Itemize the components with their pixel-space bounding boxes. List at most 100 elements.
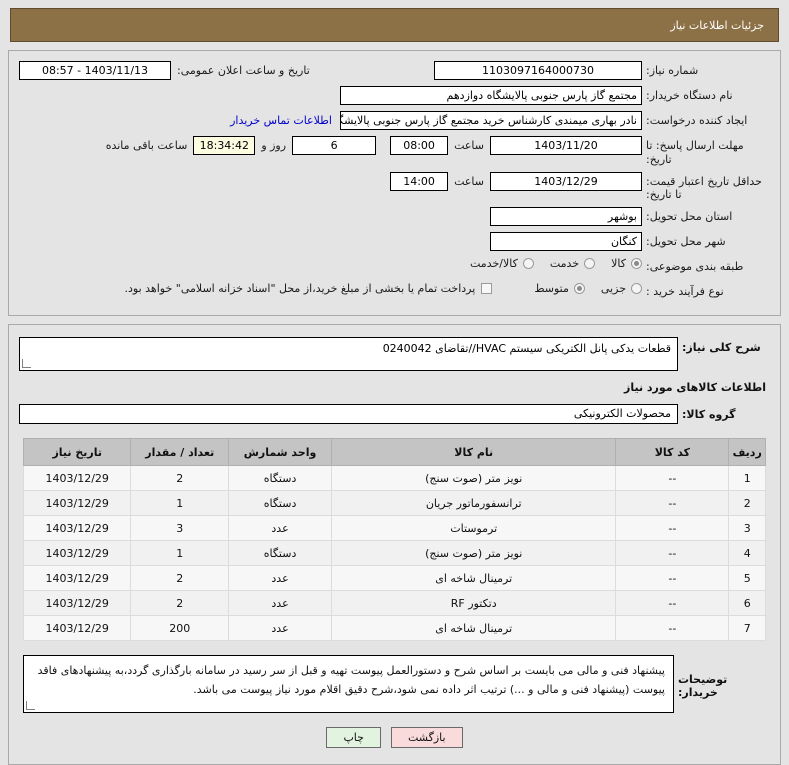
table-row: 5 -- ترمینال شاخه ای عدد 2 1403/12/29 — [22, 565, 766, 591]
goods-group-value[interactable]: محصولات الکترونیکی — [19, 404, 678, 424]
cell-name: ترمینال شاخه ای — [331, 615, 617, 641]
cell-qty: 2 — [130, 590, 229, 616]
goods-details-panel: شرح کلی نیاز: قطعات یدکی پانل الکتریکی س… — [8, 324, 781, 765]
remaining-countdown-value: 18:34:42 — [193, 136, 256, 155]
cell-code: -- — [615, 565, 730, 591]
price-validity-date[interactable]: 1403/12/29 — [490, 171, 642, 191]
radio-category-goods-service-label: کالا/خدمت — [470, 257, 518, 270]
cell-date: 1403/12/29 — [22, 590, 132, 616]
cell-code: -- — [615, 515, 730, 541]
islamic-treasury-checkbox[interactable] — [481, 283, 493, 294]
public-announcement-block: تاریخ و ساعت اعلان عمومی: 1403/11/13 - 0… — [19, 61, 318, 80]
price-validity-time-label: ساعت — [454, 174, 484, 188]
cell-radif: 7 — [728, 615, 766, 641]
radio-category-goods-label: کالا — [611, 257, 626, 270]
cell-code: -- — [615, 540, 730, 566]
th-qty: تعداد / مقدار — [130, 438, 229, 466]
cell-qty: 3 — [130, 515, 229, 541]
cell-name: ترموستات — [331, 515, 617, 541]
cell-name: دتکتور RF — [331, 590, 617, 616]
delivery-province-label: استان محل تحویل: — [646, 210, 733, 223]
cell-date: 1403/12/29 — [22, 565, 132, 591]
radio-process-medium-label: متوسط — [534, 282, 569, 295]
th-code: کد کالا — [615, 438, 730, 466]
need-number-label: شماره نیاز: — [646, 64, 699, 77]
radio-process-medium[interactable]: متوسط — [534, 282, 585, 295]
cell-code: -- — [615, 590, 730, 616]
public-announcement-value[interactable]: 1403/11/13 - 08:57 — [19, 61, 171, 80]
need-summary-value[interactable]: قطعات یدکی پانل الکتریکی سیستم HVAC//تقا… — [19, 337, 678, 371]
cell-code: -- — [615, 615, 730, 641]
cell-unit: عدد — [227, 565, 333, 591]
price-validity-time[interactable]: 14:00 — [390, 171, 449, 191]
radio-icon[interactable] — [573, 283, 585, 294]
buyer-contact-link[interactable]: اطلاعات تماس خریدار — [222, 114, 340, 127]
row-subject-category: طبقه بندی موضوعی: کالا خدمت کالا/خدمت — [19, 257, 770, 277]
response-deadline-time[interactable]: 08:00 — [390, 136, 449, 155]
row-buyer-notes: توضیحات خریدار: پیشنهاد فنی و مالی می با… — [23, 655, 766, 713]
row-need-summary: شرح کلی نیاز: قطعات یدکی پانل الکتریکی س… — [19, 337, 770, 371]
cell-qty: 200 — [130, 615, 229, 641]
cell-date: 1403/12/29 — [22, 615, 132, 641]
cell-code: -- — [615, 490, 730, 516]
table-row: 1 -- نویز متر (صوت سنج) دستگاه 2 1403/12/29 — [22, 465, 766, 491]
row-need-number: شماره نیاز: 1103097164000730 تاریخ و ساع… — [19, 61, 770, 81]
goods-section-title: اطلاعات کالاهای مورد نیاز — [624, 381, 766, 394]
page-title: جزئیات اطلاعات نیاز — [670, 18, 764, 32]
radio-icon[interactable] — [584, 258, 596, 269]
remaining-days-value: 6 — [292, 136, 377, 155]
footer-actions: بازگشت چاپ — [19, 727, 770, 754]
goods-table: ردیف کد کالا نام کالا واحد شمارش تعداد /… — [22, 438, 766, 641]
need-number-value[interactable]: 1103097164000730 — [434, 61, 642, 80]
price-validity-label: حداقل تاریخ اعتبار قیمت: تا تاریخ: — [646, 174, 762, 202]
cell-unit: عدد — [227, 615, 333, 641]
radio-category-service[interactable]: خدمت — [550, 257, 596, 270]
print-button[interactable]: چاپ — [326, 727, 381, 748]
cell-name: نویز متر (صوت سنج) — [331, 465, 617, 491]
buyer-organization-value[interactable]: مجتمع گاز پارس جنوبی پالایشگاه دوازدهم — [340, 86, 642, 105]
cell-name: نویز متر (صوت سنج) — [331, 540, 617, 566]
row-price-validity: حداقل تاریخ اعتبار قیمت: تا تاریخ: 1403/… — [19, 171, 770, 203]
buyer-notes-value[interactable]: پیشنهاد فنی و مالی می بایست بر اساس شرح … — [23, 655, 674, 713]
request-creator-value[interactable]: نادر بهاری میمندی کارشناس خرید مجتمع گاز… — [340, 111, 642, 130]
radio-icon[interactable] — [631, 283, 642, 294]
cell-date: 1403/12/29 — [22, 465, 132, 491]
cell-qty: 2 — [130, 565, 229, 591]
response-deadline-date[interactable]: 1403/11/20 — [490, 136, 642, 155]
delivery-city-value[interactable]: کنگان — [490, 232, 642, 251]
need-info-panel: شماره نیاز: 1103097164000730 تاریخ و ساع… — [8, 50, 781, 316]
th-radif: ردیف — [728, 438, 766, 466]
radio-category-goods[interactable]: کالا — [611, 257, 642, 270]
table-row: 7 -- ترمینال شاخه ای عدد 200 1403/12/29 — [22, 615, 766, 641]
cell-qty: 1 — [130, 490, 229, 516]
table-header-row: ردیف کد کالا نام کالا واحد شمارش تعداد /… — [22, 438, 766, 466]
need-summary-label: شرح کلی نیاز: — [682, 341, 761, 354]
cell-unit: دستگاه — [227, 540, 333, 566]
cell-radif: 4 — [728, 540, 766, 566]
table-row: 4 -- نویز متر (صوت سنج) دستگاه 1 1403/12/29 — [22, 540, 766, 566]
radio-icon[interactable] — [631, 258, 642, 269]
request-creator-label: ایجاد کننده درخواست: — [646, 114, 748, 127]
subject-category-radio-group: کالا خدمت کالا/خدمت — [454, 257, 642, 270]
radio-process-minor[interactable]: جزیی — [601, 282, 642, 295]
cell-radif: 1 — [728, 465, 766, 491]
radio-icon[interactable] — [522, 258, 534, 269]
row-delivery-city: شهر محل تحویل: کنگان — [19, 232, 770, 252]
cell-qty: 1 — [130, 540, 229, 566]
cell-qty: 2 — [130, 465, 229, 491]
radio-category-goods-service[interactable]: کالا/خدمت — [470, 257, 534, 270]
back-button[interactable]: بازگشت — [390, 727, 463, 748]
row-response-deadline: مهلت ارسال پاسخ: تا تاریخ: 1403/11/20 سا… — [19, 136, 770, 167]
row-goods-group: گروه کالا: محصولات الکترونیکی — [19, 404, 770, 424]
delivery-province-value[interactable]: بوشهر — [490, 207, 642, 226]
public-announcement-label: تاریخ و ساعت اعلان عمومی: — [177, 64, 310, 77]
cell-date: 1403/12/29 — [22, 540, 132, 566]
table-row: 2 -- ترانسفورماتور جریان دستگاه 1 1403/12/29 — [22, 490, 766, 516]
row-request-creator: ایجاد کننده درخواست: نادر بهاری میمندی ک… — [19, 111, 770, 131]
cell-unit: دستگاه — [227, 465, 333, 491]
table-row: 6 -- دتکتور RF عدد 2 1403/12/29 — [22, 590, 766, 616]
process-type-label: نوع فرآیند خرید : — [646, 285, 724, 298]
process-type-radio-group: جزیی متوسط — [518, 282, 642, 295]
th-name: نام کالا — [331, 438, 617, 466]
row-buyer-organization: نام دستگاه خریدار: مجتمع گاز پارس جنوبی … — [19, 86, 770, 106]
